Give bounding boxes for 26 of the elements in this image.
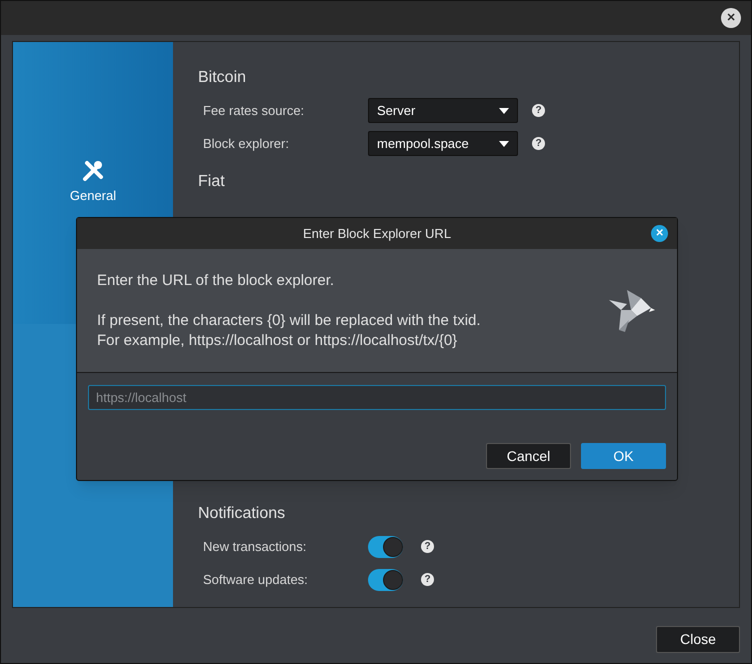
section-heading: Fiat: [198, 172, 226, 192]
cancel-button[interactable]: Cancel: [486, 443, 571, 469]
tools-icon: [82, 160, 104, 182]
setting-label: New transactions:: [202, 538, 308, 556]
ok-button[interactable]: OK: [581, 443, 666, 469]
message-text: For example, https://localhost or https://localhost/tx/{0}: [97, 330, 458, 350]
section-heading: Bitcoin: [198, 68, 248, 88]
dialog-title: Enter Block Explorer URL: [302, 224, 452, 243]
dropdown[interactable]: mempool.space: [368, 131, 518, 156]
caret-icon: [499, 108, 509, 114]
caret-icon: [499, 140, 509, 146]
setting-label: Software updates:: [202, 570, 309, 589]
dropdown[interactable]: Server: [368, 98, 518, 123]
help-icon[interactable]: ?: [421, 573, 434, 586]
section-heading: Notifications: [198, 504, 286, 524]
toggle-switch[interactable]: [368, 568, 403, 590]
close-button[interactable]: ✕: [721, 8, 741, 28]
close-dialog-button[interactable]: Close: [656, 626, 740, 653]
toggle-switch[interactable]: [368, 536, 403, 558]
help-icon[interactable]: ?: [532, 137, 545, 150]
setting-label: Block explorer:: [202, 134, 290, 153]
setting-label: Fee rates source:: [202, 102, 306, 120]
url-input-field[interactable]: https://localhost: [88, 385, 666, 410]
help-icon[interactable]: ?: [421, 540, 434, 553]
bird-logo: [607, 288, 655, 334]
help-icon[interactable]: ?: [532, 104, 545, 117]
